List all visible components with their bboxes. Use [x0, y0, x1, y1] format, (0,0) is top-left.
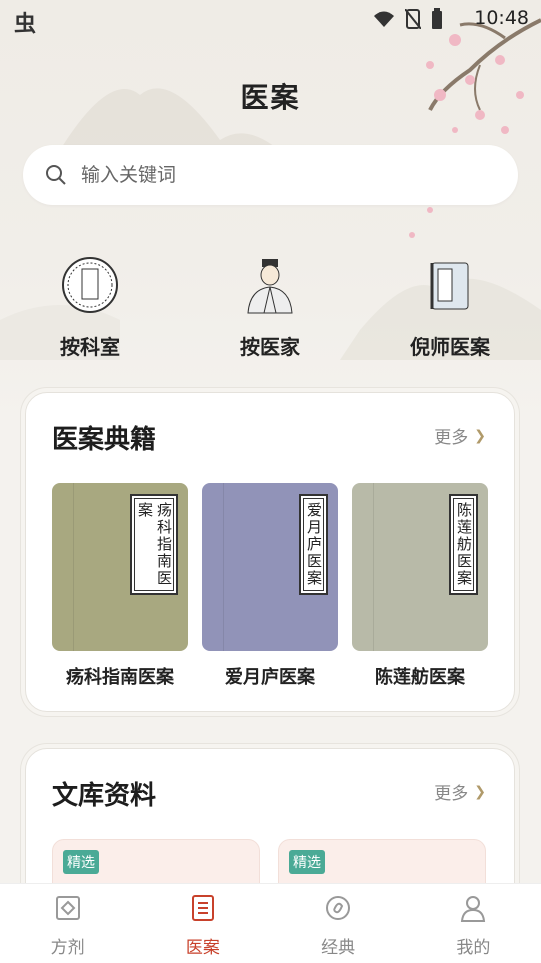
category-label: 按科室 [60, 335, 120, 359]
bottom-tab-bar: 方剂 医案 经典 我的 [0, 883, 541, 963]
more-label: 更多 [434, 784, 469, 804]
category-label: 按医家 [240, 335, 300, 359]
landscape-illustration [0, 18, 541, 360]
section-title: 文库资料 [52, 781, 157, 811]
classic-icon [326, 896, 351, 920]
scroll-book-icon [430, 262, 469, 310]
profile-icon [461, 896, 486, 922]
case-record-icon [191, 895, 214, 921]
no-sim-icon [405, 9, 421, 29]
tab-formula[interactable]: 方剂 [0, 884, 135, 963]
page-title: 医案 [240, 81, 301, 114]
search-input[interactable] [81, 164, 461, 186]
cover-title: 陈莲舫医案 [449, 494, 478, 595]
classics-card: 医案典籍 更多 ❯ 疡科指南医 案 疡科指南医案 爱月庐医案 爱月庐医案 陈莲舫… [25, 392, 515, 712]
book-spine [352, 483, 374, 651]
tab-profile[interactable]: 我的 [406, 884, 541, 963]
more-button[interactable]: 更多 ❯ [434, 779, 486, 805]
tab-classic[interactable]: 经典 [271, 884, 406, 963]
cover-title-column: 疡科指南医 [155, 502, 173, 587]
chevron-right-icon: ❯ [474, 427, 486, 444]
background-landscape [0, 0, 541, 430]
battery-icon [432, 8, 442, 29]
cover-title-column: 案 [136, 502, 154, 519]
tab-label: 我的 [456, 938, 491, 958]
category-department[interactable]: 按科室 [0, 255, 180, 360]
book-cover: 爱月庐医案 [202, 483, 338, 651]
more-button[interactable]: 更多 ❯ [434, 423, 486, 449]
search-icon [46, 165, 66, 185]
book-spine [202, 483, 224, 651]
cover-title: 疡科指南医 案 [130, 494, 178, 595]
book-cover: 疡科指南医 案 [52, 483, 188, 651]
status-icons [373, 8, 443, 30]
more-label: 更多 [434, 428, 469, 448]
book-name: 疡科指南医案 [66, 667, 174, 688]
cover-title: 爱月庐医案 [299, 494, 328, 595]
category-label: 倪师医案 [410, 335, 490, 359]
formula-icon [55, 896, 80, 920]
chevron-right-icon: ❯ [474, 783, 486, 800]
tab-label: 医案 [185, 938, 220, 958]
wifi-icon [374, 11, 394, 27]
tab-label: 经典 [321, 938, 356, 958]
book-cover: 陈莲舫医案 [352, 483, 488, 651]
category-ni-shi[interactable]: 倪师医案 [360, 255, 540, 360]
featured-badge: 精选 [289, 850, 325, 874]
doctor-portrait-icon [247, 259, 293, 314]
status-time: 10:48 [474, 7, 529, 29]
featured-badge: 精选 [63, 850, 99, 874]
cover-title-column: 爱月庐医案 [305, 502, 323, 587]
section-title: 医案典籍 [52, 425, 157, 455]
book-name: 陈莲舫医案 [375, 667, 465, 688]
book-item[interactable]: 疡科指南医 案 疡科指南医案 [52, 483, 188, 689]
book-name: 爱月庐医案 [225, 667, 315, 688]
search-bar[interactable] [23, 145, 518, 205]
tab-case[interactable]: 医案 [135, 884, 270, 963]
tab-label: 方剂 [50, 938, 85, 958]
book-item[interactable]: 陈莲舫医案 陈莲舫医案 [352, 483, 488, 689]
status-bar: 虫 10:48 [0, 0, 541, 38]
department-seal-icon [62, 257, 118, 313]
category-doctor[interactable]: 按医家 [180, 255, 360, 360]
category-row: 按科室 按医家 倪师医案 [0, 255, 541, 360]
book-spine [52, 483, 74, 651]
app-logo: 虫 [14, 12, 37, 37]
cover-title-column: 陈莲舫医案 [455, 502, 473, 587]
book-item[interactable]: 爱月庐医案 爱月庐医案 [202, 483, 338, 689]
book-list: 疡科指南医 案 疡科指南医案 爱月庐医案 爱月庐医案 陈莲舫医案 陈莲舫医案 [52, 483, 488, 689]
